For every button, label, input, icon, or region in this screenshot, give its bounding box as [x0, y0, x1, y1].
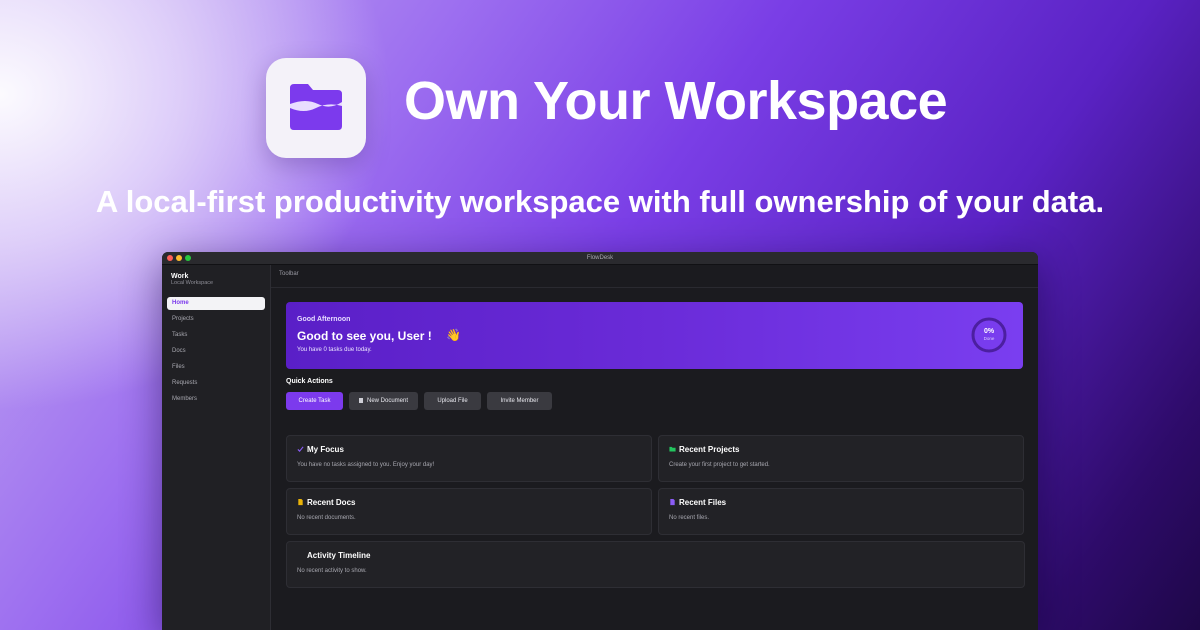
new-document-button[interactable]: New Document — [349, 392, 418, 410]
document-icon — [298, 498, 303, 506]
window-title: FlowDesk — [586, 255, 614, 261]
check-icon — [297, 446, 304, 453]
wave-emoji: 👋 — [446, 328, 461, 342]
card-body: No recent files. — [669, 515, 710, 521]
greeting-card: Good Afternoon Good to see you, User ! 👋… — [286, 302, 1023, 369]
hero-tagline: A local-first productivity workspace wit… — [95, 184, 1105, 219]
sidebar-item-docs[interactable]: Docs — [167, 345, 265, 358]
card-body: Create your first project to get started… — [669, 462, 770, 468]
recent-files-card[interactable]: Recent Files No recent files. — [658, 488, 1024, 535]
recent-projects-card[interactable]: Recent Projects Create your first projec… — [658, 435, 1024, 482]
greeting-time-of-day: Good Afternoon — [297, 316, 351, 323]
tasks-due-text: You have 0 tasks due today. — [297, 347, 372, 353]
progress-ring — [971, 317, 1007, 353]
progress-value: 0% — [983, 328, 995, 335]
card-title: Recent Docs — [307, 498, 356, 507]
sidebar-item-projects[interactable]: Projects — [167, 313, 265, 326]
recent-docs-card[interactable]: Recent Docs No recent documents. — [286, 488, 652, 535]
file-icon — [670, 498, 675, 506]
sidebar-item-tasks[interactable]: Tasks — [167, 329, 265, 342]
create-task-label: Create Task — [298, 398, 331, 404]
invite-member-label: Invite Member — [500, 398, 539, 404]
folder-icon — [290, 84, 342, 130]
app-logo — [266, 58, 366, 158]
sidebar-item-members[interactable]: Members — [167, 393, 265, 406]
my-focus-card: My Focus You have no tasks assigned to y… — [286, 435, 652, 482]
toolbar-divider — [271, 287, 1038, 288]
create-task-button[interactable]: Create Task — [286, 392, 343, 410]
card-body: You have no tasks assigned to you. Enjoy… — [297, 462, 435, 468]
card-title: Activity Timeline — [307, 551, 371, 560]
card-body: No recent documents. — [297, 515, 356, 521]
progress-caption: Done — [983, 336, 995, 341]
sidebar-item-home[interactable]: Home — [167, 297, 265, 310]
main-content: Toolbar Good Afternoon Good to see you, … — [271, 265, 1038, 630]
upload-file-button[interactable]: Upload File — [424, 392, 481, 410]
workspace-name[interactable]: Work — [171, 273, 188, 280]
hero-title: Own Your Workspace — [404, 71, 948, 131]
sidebar-item-requests[interactable]: Requests — [167, 377, 265, 390]
greeting-headline: Good to see you, User ! — [297, 329, 432, 343]
window-titlebar: FlowDesk — [162, 252, 1038, 265]
card-title: Recent Projects — [679, 445, 740, 454]
upload-file-label: Upload File — [437, 398, 468, 404]
toolbar-label: Toolbar — [279, 271, 299, 277]
invite-member-button[interactable]: Invite Member — [487, 392, 552, 410]
sidebar: Work Local Workspace Home Projects Tasks… — [162, 265, 271, 630]
card-title: Recent Files — [679, 498, 727, 507]
card-title: My Focus — [307, 445, 344, 454]
sidebar-item-files[interactable]: Files — [167, 361, 265, 374]
new-document-label: New Document — [366, 398, 408, 404]
sidebar-nav: Home Projects Tasks Docs Files Requests … — [167, 297, 265, 409]
document-icon — [358, 397, 363, 403]
card-body: No recent activity to show. — [297, 568, 367, 574]
activity-timeline-card: Activity Timeline No recent activity to … — [286, 541, 1025, 588]
app-window: FlowDesk Work Local Workspace Home Proje… — [162, 252, 1038, 630]
workspace-subtitle: Local Workspace — [171, 280, 214, 286]
quick-actions-title: Quick Actions — [286, 378, 333, 385]
folder-icon — [669, 446, 676, 452]
